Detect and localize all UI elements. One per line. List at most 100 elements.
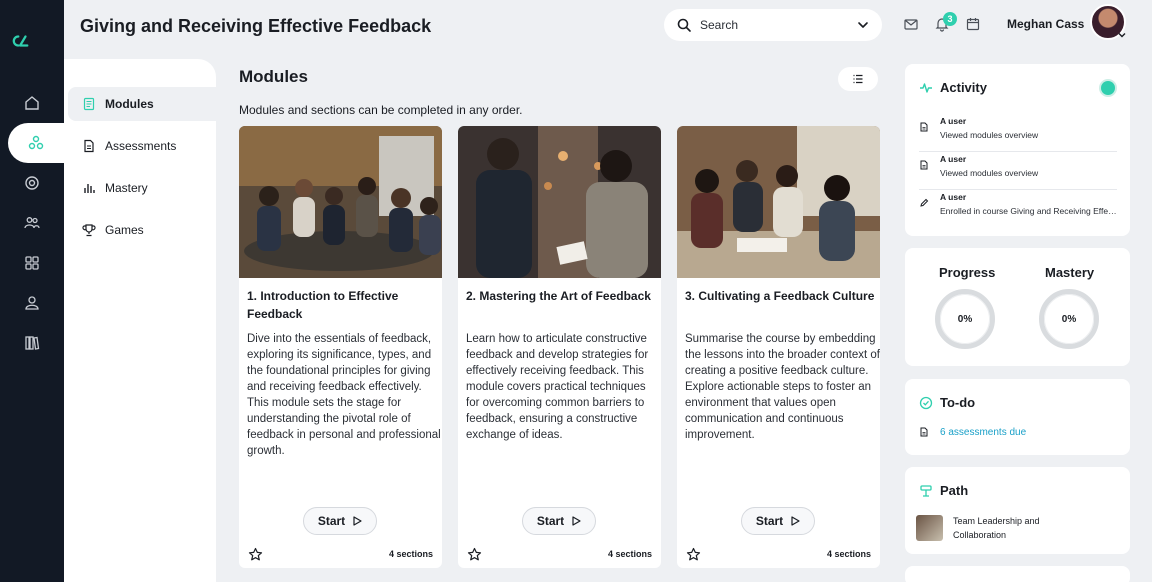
todo-title: To-do (940, 395, 976, 410)
todo-header: To-do (919, 395, 975, 410)
modules-subheading: Modules and sections can be completed in… (239, 103, 523, 117)
book-icon (82, 97, 96, 111)
subnav-item-assessments[interactable]: Assessments (68, 129, 216, 163)
module-image (239, 126, 442, 278)
document-icon (919, 122, 929, 132)
activity-user: A user (940, 154, 967, 164)
edit-icon (919, 198, 929, 208)
section-count: 4 sections (388, 549, 433, 559)
module-description: Dive into the essentials of feedback, ex… (247, 333, 441, 457)
module-image (677, 126, 880, 278)
star-icon[interactable] (248, 547, 263, 562)
live-status-dot (1101, 81, 1115, 95)
document-icon (919, 160, 929, 170)
page-title: Giving and Receiving Effective Feedback (80, 16, 432, 36)
bar-chart-icon (82, 181, 96, 195)
activity-title: Activity (940, 80, 987, 95)
activity-item[interactable]: A user Viewed modules overview (919, 114, 1117, 152)
assessments-due-link[interactable]: 6 assessments due (940, 427, 1026, 438)
path-thumbnail (916, 515, 943, 541)
target-icon[interactable] (0, 163, 64, 203)
play-icon (790, 516, 800, 526)
star-icon[interactable] (686, 547, 701, 562)
subnav-item-mastery[interactable]: Mastery (68, 171, 216, 205)
section-count: 4 sections (826, 549, 871, 559)
user-name[interactable]: Meghan Cass (1007, 17, 1084, 31)
section-heading: Modules (239, 67, 308, 86)
activity-user: A user (940, 116, 967, 126)
activity-text: Viewed modules overview (940, 130, 1039, 140)
document-icon (82, 139, 96, 153)
activity-text: Enrolled in course Giving and Receiving … (940, 206, 1120, 216)
module-card[interactable]: 1. Introduction to Effective Feedback Di… (239, 126, 442, 568)
start-button[interactable]: Start (522, 507, 596, 535)
start-label: Start (755, 514, 784, 528)
module-description: Learn how to articulate constructive fee… (466, 333, 649, 441)
stats-panel: Progress Mastery 0% 0% (905, 248, 1130, 366)
path-title: Path (940, 483, 969, 498)
grid-icon[interactable] (0, 243, 64, 283)
mastery-value: 0% (1044, 294, 1094, 344)
start-button[interactable]: Start (303, 507, 377, 535)
start-label: Start (536, 514, 565, 528)
search-input[interactable]: Search (700, 18, 856, 32)
check-circle-icon (919, 396, 933, 410)
library-icon[interactable] (0, 323, 64, 363)
activity-panel: Activity A user Viewed modules overview … (905, 64, 1130, 236)
play-icon (571, 516, 581, 526)
subnav-item-label: Games (105, 223, 144, 237)
people-icon[interactable] (0, 203, 64, 243)
section-count: 4 sections (607, 549, 652, 559)
document-icon (919, 427, 929, 437)
subnav-item-label: Modules (105, 97, 154, 111)
subnav-item-modules[interactable]: Modules (68, 87, 216, 121)
app-rail (0, 0, 64, 582)
module-title: 2. Mastering the Art of Feedback (466, 289, 651, 303)
search-icon (676, 17, 692, 33)
brand-logo[interactable] (12, 32, 52, 60)
path-panel: Path Team Leadership and Collaboration (905, 467, 1130, 554)
module-card[interactable]: 2. Mastering the Art of Feedback Learn h… (458, 126, 661, 568)
trophy-icon (82, 223, 96, 237)
pulse-icon (919, 81, 933, 95)
notification-badge: 3 (943, 12, 957, 26)
module-card[interactable]: 3. Cultivating a Feedback Culture Summar… (677, 126, 880, 568)
list-view-button[interactable] (838, 67, 878, 91)
chevron-down-icon[interactable] (1117, 30, 1127, 40)
user-icon[interactable] (0, 283, 64, 323)
path-header: Path (919, 483, 968, 498)
star-icon[interactable] (467, 547, 482, 562)
mastery-ring: 0% (1039, 289, 1099, 349)
activity-item[interactable]: A user Viewed modules overview (919, 152, 1117, 190)
network-icon[interactable] (8, 123, 64, 163)
subnav-item-label: Assessments (105, 139, 177, 153)
start-label: Start (317, 514, 346, 528)
progress-label: Progress (939, 265, 996, 280)
subnav-item-games[interactable]: Games (68, 213, 216, 247)
start-button[interactable]: Start (741, 507, 815, 535)
progress-value: 0% (940, 294, 990, 344)
module-description: Summarise the course by embedding the le… (685, 333, 880, 441)
calendar-icon[interactable] (965, 16, 981, 32)
course-subnav: Modules Assessments Mastery Games (64, 59, 216, 582)
mail-icon[interactable] (903, 16, 919, 32)
activity-item[interactable]: A user Enrolled in course Giving and Rec… (919, 190, 1120, 228)
todo-panel: To-do 6 assessments due (905, 379, 1130, 455)
module-title: 3. Cultivating a Feedback Culture (685, 289, 875, 303)
activity-text: Viewed modules overview (940, 168, 1039, 178)
activity-header: Activity (919, 80, 987, 95)
activity-user: A user (940, 192, 967, 202)
next-panel (905, 566, 1130, 582)
signpost-icon (919, 484, 933, 498)
path-item-label[interactable]: Team Leadership and Collaboration (953, 514, 1078, 542)
chevron-down-icon[interactable] (856, 18, 870, 32)
module-image (458, 126, 661, 278)
progress-ring: 0% (935, 289, 995, 349)
home-icon[interactable] (0, 83, 64, 123)
mastery-label: Mastery (1045, 265, 1095, 280)
play-icon (352, 516, 362, 526)
subnav-item-label: Mastery (105, 181, 148, 195)
module-title: 1. Introduction to Effective Feedback (247, 289, 399, 321)
list-icon (852, 73, 864, 85)
search-box[interactable]: Search (664, 9, 882, 41)
